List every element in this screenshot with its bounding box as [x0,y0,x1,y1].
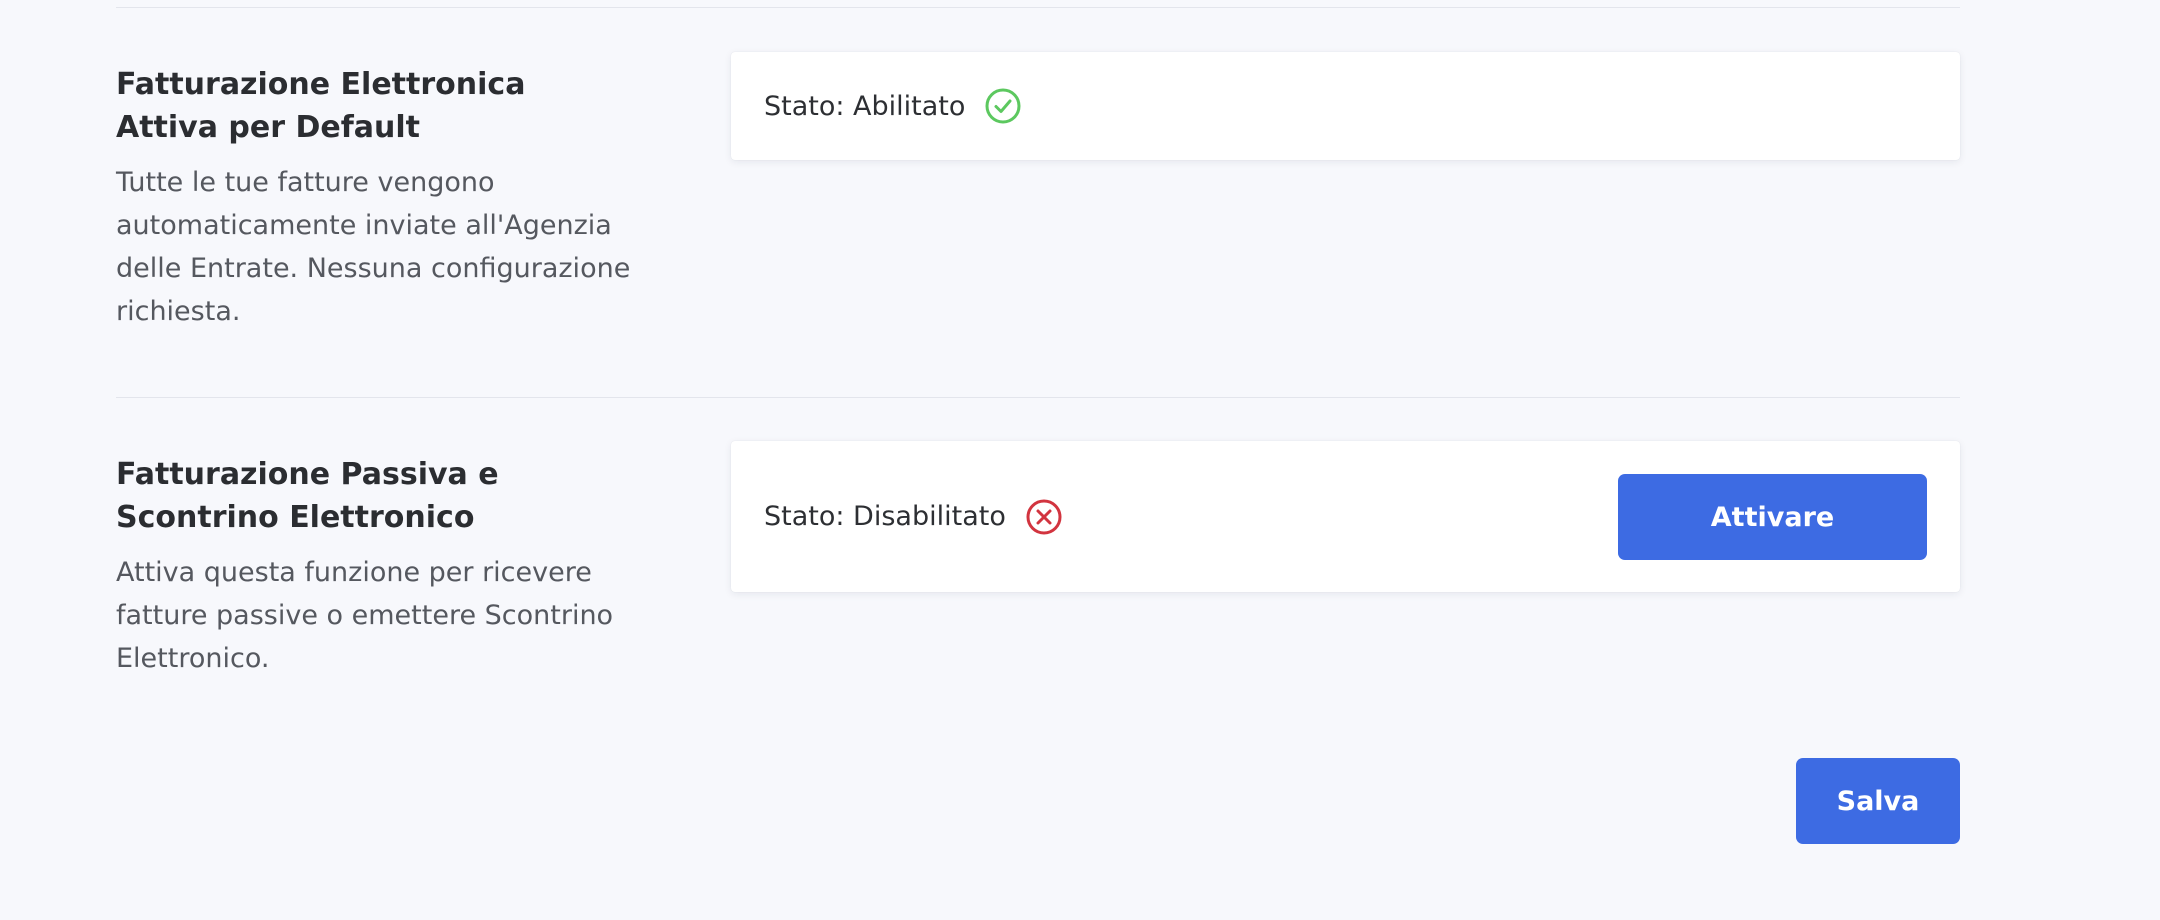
status-card-passive-invoicing: Stato: Disabilitato Attivare [731,441,1960,592]
section-e-invoicing-default: Fatturazione Elettronica Attiva per Defa… [116,52,1960,352]
status-label: Stato: Disabilitato [764,501,1006,532]
status-row: Stato: Abilitato [764,52,1023,160]
status-card-e-invoicing: Stato: Abilitato [731,52,1960,160]
section-description: Attiva questa funzione per ricevere fatt… [116,557,614,674]
x-circle-icon [1024,497,1064,537]
save-button[interactable]: Salva [1796,758,1960,844]
top-divider [116,7,1960,8]
section-text: Fatturazione Elettronica Attiva per Defa… [116,63,636,333]
status-row: Stato: Disabilitato [764,441,1064,592]
section-description: Tutte le tue fatture vengono automaticam… [116,167,631,327]
section-text: Fatturazione Passiva e Scontrino Elettro… [116,453,636,680]
section-passive-invoicing: Fatturazione Passiva e Scontrino Elettro… [116,441,1960,701]
section-title: Fatturazione Elettronica Attiva per Defa… [116,67,526,145]
check-circle-icon [983,86,1023,126]
section-title: Fatturazione Passiva e Scontrino Elettro… [116,457,499,535]
activate-button[interactable]: Attivare [1618,474,1927,560]
section-divider [116,397,1960,398]
settings-page: Fatturazione Elettronica Attiva per Defa… [0,0,2160,920]
status-label: Stato: Abilitato [764,90,966,122]
